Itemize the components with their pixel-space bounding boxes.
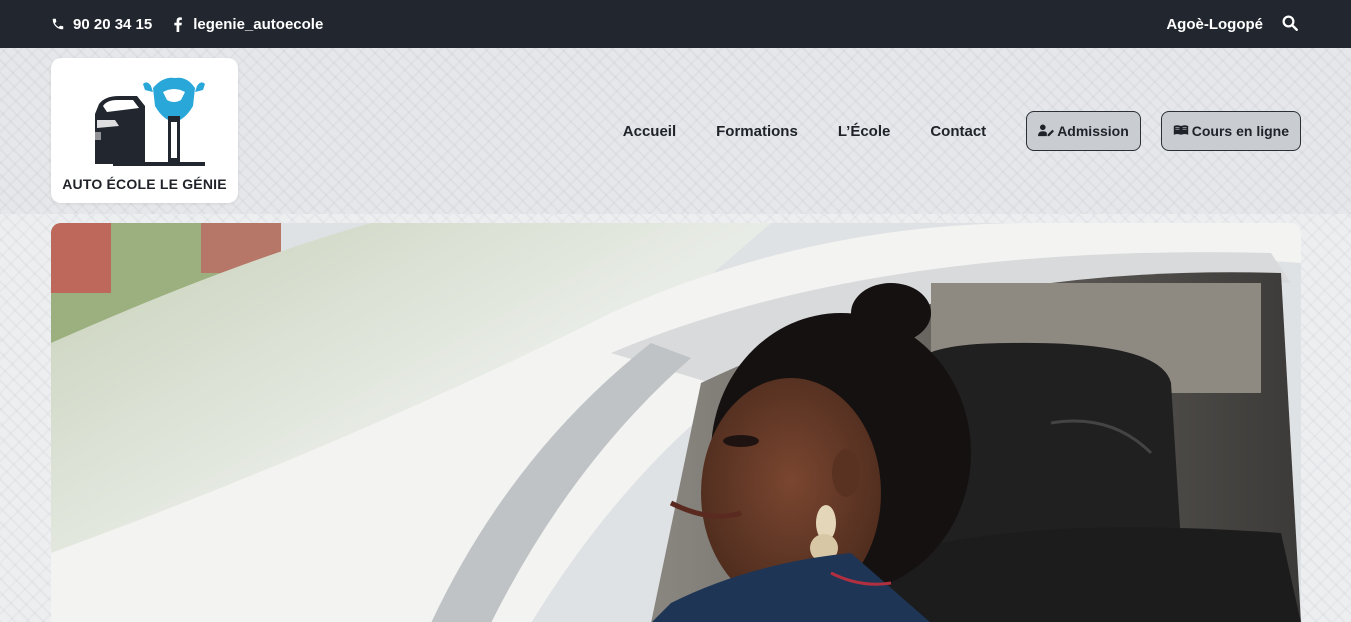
phone-number: 90 20 34 15: [73, 15, 153, 33]
admission-label: Admission: [1057, 123, 1129, 139]
site-logo[interactable]: AUTO ÉCOLE LE GÉNIE: [51, 58, 238, 203]
main-navigation: Accueil Formations L’École Contact Admis…: [623, 111, 1301, 151]
hero-image: [51, 223, 1301, 622]
admission-button[interactable]: Admission: [1026, 111, 1141, 151]
search-icon[interactable]: [1281, 14, 1301, 34]
car-moto-logo-icon: [92, 77, 205, 166]
facebook-handle: legenie_autoecole: [193, 15, 324, 33]
nav-link-ecole[interactable]: L’École: [838, 123, 891, 140]
top-bar: 90 20 34 15 legenie_autoecole Agoè-Logop…: [0, 0, 1351, 48]
online-courses-button[interactable]: Cours en ligne: [1160, 111, 1301, 151]
user-edit-icon: [1038, 124, 1055, 138]
facebook-icon: [170, 16, 186, 32]
online-courses-label: Cours en ligne: [1191, 123, 1289, 139]
brand-name: AUTO ÉCOLE LE GÉNIE: [62, 176, 227, 192]
facebook-link[interactable]: legenie_autoecole: [170, 16, 323, 33]
nav-link-contact[interactable]: Contact: [930, 123, 986, 140]
contact-info: 90 20 34 15 legenie_autoecole: [50, 16, 323, 33]
phone-contact[interactable]: 90 20 34 15: [50, 16, 152, 33]
nav-link-formations[interactable]: Formations: [716, 123, 798, 140]
book-open-icon: [1173, 124, 1189, 138]
nav-link-accueil[interactable]: Accueil: [623, 123, 676, 140]
phone-icon: [50, 16, 66, 32]
location-label: Agoè-Logopé: [1166, 15, 1263, 33]
woman-driving-car-image: [51, 223, 1301, 622]
